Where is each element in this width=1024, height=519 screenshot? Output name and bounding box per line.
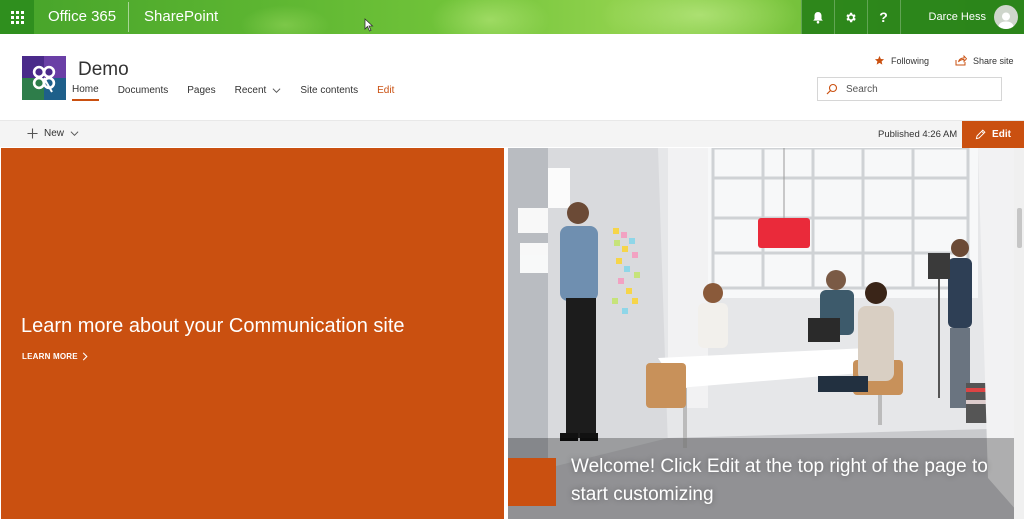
new-button[interactable]: New bbox=[27, 128, 79, 139]
nav-item-label: Home bbox=[72, 84, 99, 95]
chevron-down-icon bbox=[272, 88, 281, 94]
following-label: Following bbox=[891, 55, 930, 66]
suite-bar-actions: ? Darce Hess bbox=[800, 0, 1024, 34]
nav-item-edit[interactable]: Edit bbox=[377, 84, 394, 101]
settings-button[interactable] bbox=[833, 0, 867, 34]
user-name: Darce Hess bbox=[928, 11, 986, 23]
hero-tile-welcome[interactable]: Welcome! Click Edit at the top right of … bbox=[508, 148, 1024, 519]
hero-tile-learn-more[interactable]: Learn more about your Communication site… bbox=[1, 148, 504, 519]
account-manager[interactable]: Darce Hess bbox=[899, 0, 1024, 34]
share-icon bbox=[955, 55, 967, 66]
site-logo[interactable] bbox=[22, 56, 66, 100]
nav-item-home[interactable]: Home bbox=[72, 84, 99, 101]
site-navigation: Home Documents Pages Recent Site content… bbox=[72, 84, 413, 101]
person-icon bbox=[998, 12, 1014, 29]
suite-divider bbox=[128, 2, 129, 32]
pencil-icon bbox=[975, 129, 986, 140]
help-icon: ? bbox=[879, 9, 888, 25]
avatar bbox=[994, 5, 1018, 29]
hero-accent-block bbox=[508, 458, 556, 506]
site-title[interactable]: Demo bbox=[78, 59, 129, 81]
nav-item-label: Recent bbox=[234, 85, 267, 96]
star-icon bbox=[874, 55, 885, 65]
edit-page-label: Edit bbox=[992, 129, 1011, 140]
scrollbar-thumb[interactable] bbox=[1017, 208, 1022, 248]
plus-icon bbox=[27, 128, 38, 139]
nav-item-documents[interactable]: Documents bbox=[118, 84, 169, 101]
nav-item-label: Edit bbox=[377, 85, 395, 96]
nav-item-label: Site contents bbox=[300, 85, 359, 96]
hero-welcome-title: Welcome! Click Edit at the top right of … bbox=[571, 456, 988, 505]
search-input[interactable] bbox=[846, 83, 996, 95]
notifications-button[interactable] bbox=[800, 0, 834, 34]
nav-item-label: Documents bbox=[117, 85, 169, 96]
chevron-right-icon bbox=[82, 352, 88, 361]
clover-logo-icon bbox=[22, 56, 66, 100]
suite-bar-decoration bbox=[240, 5, 330, 34]
sharepoint-link[interactable]: SharePoint bbox=[144, 8, 218, 25]
share-site-label: Share site bbox=[973, 55, 1014, 66]
nav-item-pages[interactable]: Pages bbox=[187, 84, 215, 101]
bell-icon bbox=[812, 11, 823, 23]
gear-icon bbox=[846, 12, 856, 22]
nav-item-site-contents[interactable]: Site contents bbox=[300, 84, 358, 101]
learn-more-label: LEARN MORE bbox=[22, 352, 78, 361]
page-scrollbar[interactable] bbox=[1014, 148, 1024, 519]
search-icon bbox=[826, 83, 838, 95]
nav-item-label: Pages bbox=[187, 85, 216, 96]
learn-more-link[interactable]: LEARN MORE bbox=[22, 352, 88, 361]
suite-bar: Office 365 SharePoint ? Darce Hess bbox=[0, 0, 1024, 34]
waffle-icon bbox=[10, 10, 24, 24]
mouse-cursor-icon bbox=[364, 18, 374, 32]
suite-bar-decoration bbox=[600, 0, 800, 34]
edit-page-button[interactable]: Edit bbox=[962, 121, 1024, 148]
help-button[interactable]: ? bbox=[866, 0, 900, 34]
command-bar: New Published 4:26 AM Edit bbox=[0, 120, 1024, 148]
search-box[interactable] bbox=[817, 77, 1002, 101]
new-button-label: New bbox=[44, 128, 65, 139]
hero-title: Learn more about your Communication site bbox=[21, 315, 405, 337]
following-button[interactable]: Following bbox=[874, 55, 929, 66]
app-launcher-button[interactable] bbox=[0, 0, 34, 34]
chevron-down-icon bbox=[70, 131, 79, 137]
published-status: Published 4:26 AM bbox=[878, 129, 958, 140]
nav-item-recent[interactable]: Recent bbox=[235, 84, 282, 101]
suite-bar-decoration bbox=[430, 0, 550, 34]
office-365-link[interactable]: Office 365 bbox=[48, 8, 116, 25]
site-header: Demo Home Documents Pages Recent Site co… bbox=[0, 34, 1024, 120]
share-site-button[interactable]: Share site bbox=[955, 55, 1014, 66]
